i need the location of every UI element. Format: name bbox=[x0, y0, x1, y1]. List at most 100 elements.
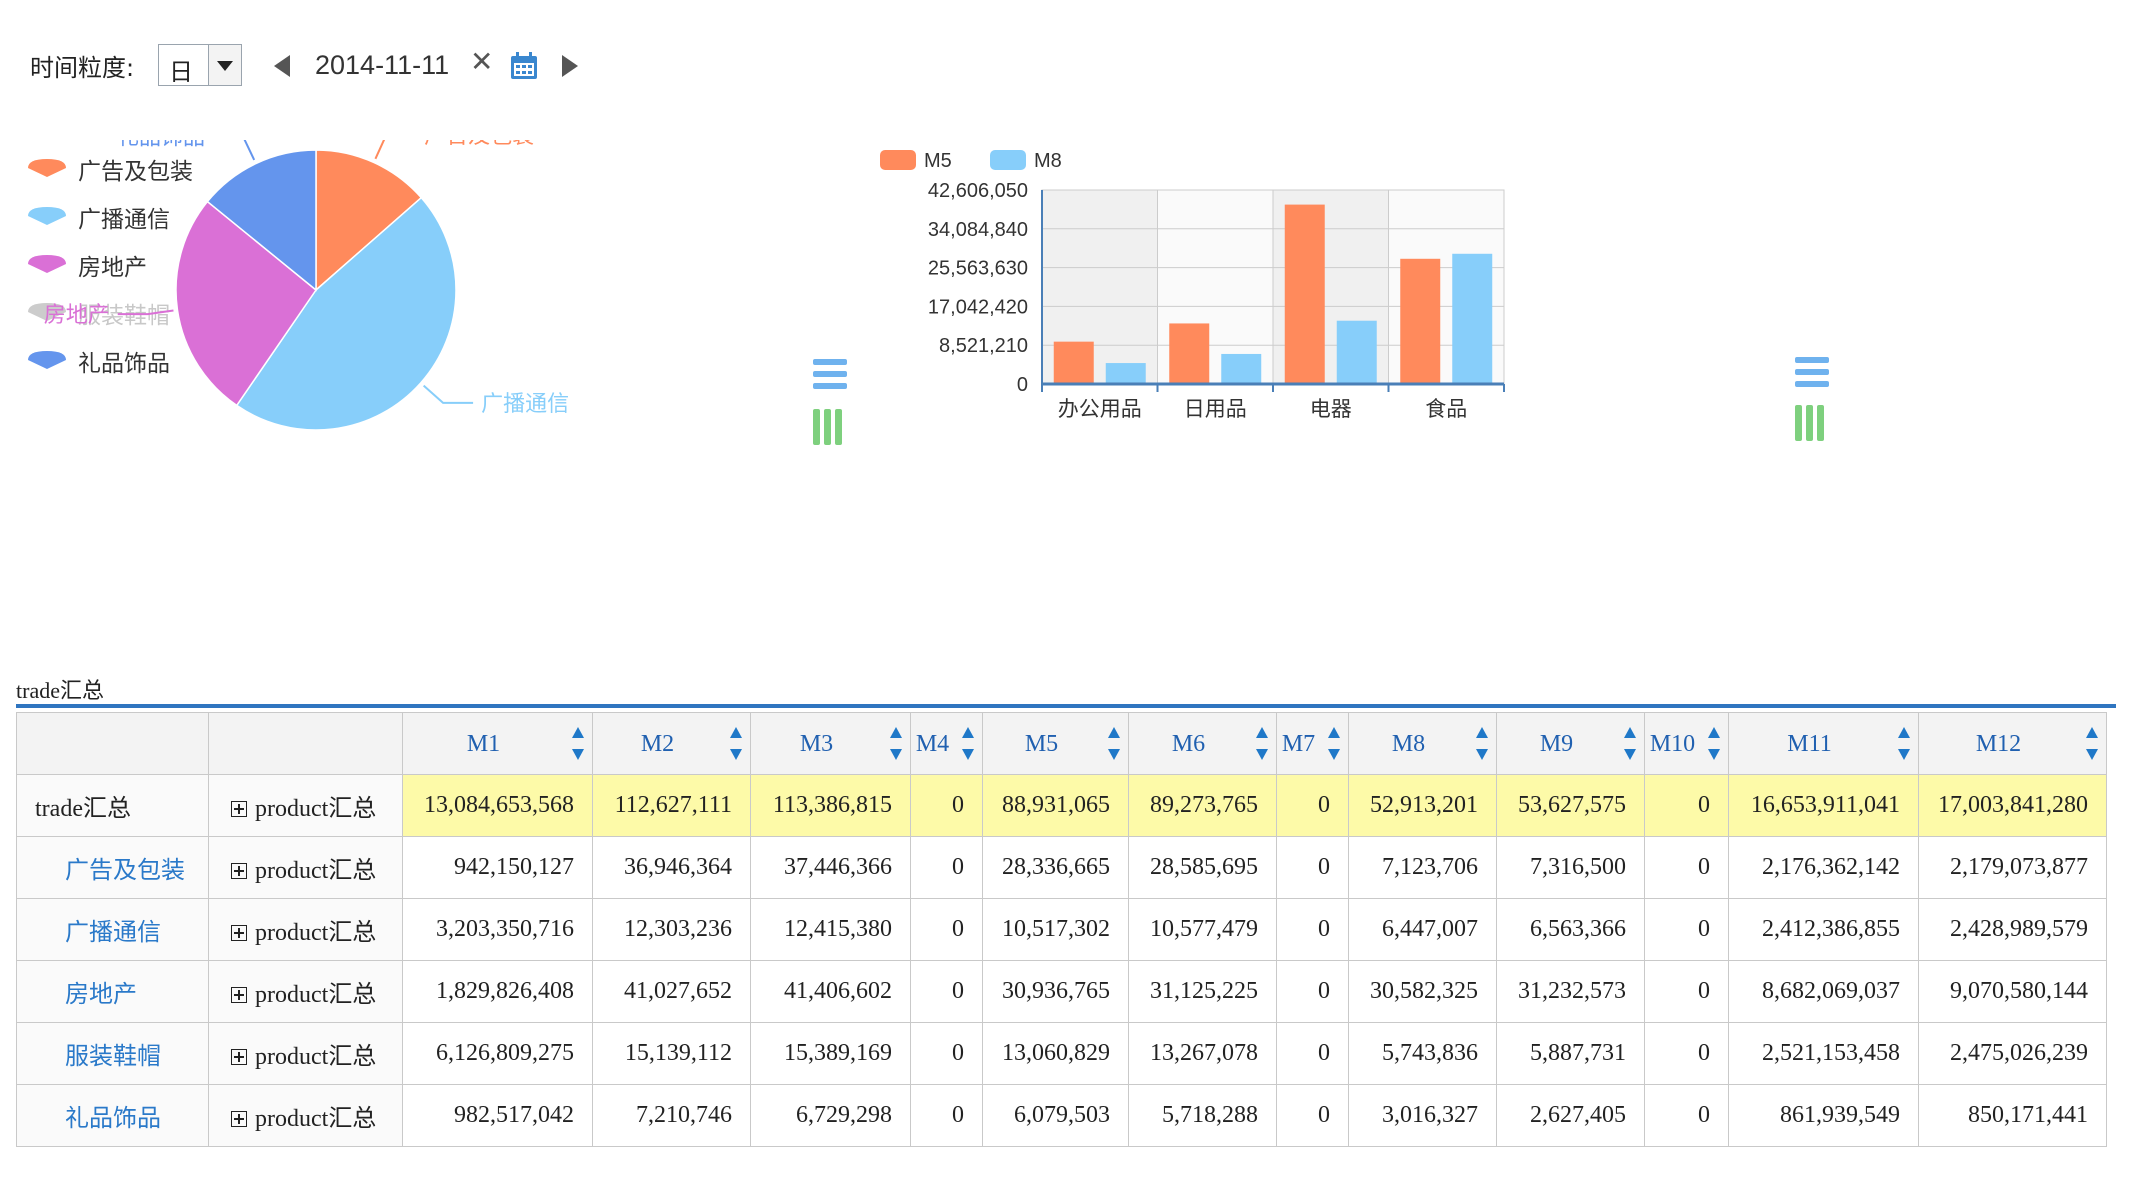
date-value[interactable]: 2014-11-11 bbox=[315, 50, 449, 81]
sort-icon[interactable] bbox=[1476, 727, 1488, 763]
dimension-cell[interactable]: product汇总 bbox=[208, 1022, 403, 1085]
expand-icon[interactable] bbox=[231, 925, 247, 941]
dimension-label: product汇总 bbox=[255, 858, 377, 884]
bar[interactable] bbox=[1400, 258, 1441, 384]
table-cell: 36,946,364 bbox=[592, 836, 751, 899]
next-arrow-icon[interactable] bbox=[562, 55, 578, 77]
sort-icon[interactable] bbox=[1108, 727, 1120, 763]
dimension-cell[interactable]: product汇总 bbox=[208, 836, 403, 899]
table-cell: 0 bbox=[1276, 836, 1349, 899]
sort-icon[interactable] bbox=[730, 727, 742, 763]
table-cell: 113,386,815 bbox=[750, 774, 911, 837]
bar[interactable] bbox=[1105, 363, 1146, 384]
bar-legend-label[interactable]: M8 bbox=[1034, 150, 1062, 172]
table-cell: 982,517,042 bbox=[402, 1084, 593, 1147]
column-header[interactable]: M7 bbox=[1276, 712, 1349, 775]
bar[interactable] bbox=[1336, 320, 1377, 384]
table-cell: 7,316,500 bbox=[1496, 836, 1645, 899]
sort-icon[interactable] bbox=[1898, 727, 1910, 763]
column-header[interactable]: M2 bbox=[592, 712, 751, 775]
table-cell: 0 bbox=[1644, 898, 1729, 961]
sort-icon[interactable] bbox=[1708, 727, 1720, 763]
column-header[interactable]: M6 bbox=[1128, 712, 1277, 775]
table-cell: 28,585,695 bbox=[1128, 836, 1277, 899]
expand-icon[interactable] bbox=[231, 801, 247, 817]
dimension-cell[interactable]: product汇总 bbox=[208, 960, 403, 1023]
bar[interactable] bbox=[1284, 204, 1325, 384]
bar[interactable] bbox=[1221, 353, 1262, 384]
table-cell: 0 bbox=[1644, 1084, 1729, 1147]
sort-icon[interactable] bbox=[890, 727, 902, 763]
clear-icon[interactable]: ✕ bbox=[470, 48, 493, 76]
bar-chart: M5 M8 0 8,521,210 17,042,420 25,563,630 34,084… bbox=[880, 150, 1505, 421]
sort-icon[interactable] bbox=[1328, 727, 1340, 763]
column-header[interactable]: M11 bbox=[1728, 712, 1919, 775]
expand-icon[interactable] bbox=[231, 1049, 247, 1065]
bar[interactable] bbox=[1169, 323, 1210, 384]
y-tick-label: 42,606,050 bbox=[928, 180, 1028, 202]
data-view-icon[interactable] bbox=[812, 356, 848, 392]
row-label-link[interactable]: 礼品饰品 bbox=[16, 1084, 209, 1147]
row-label-link[interactable]: 服装鞋帽 bbox=[16, 1022, 209, 1085]
table-cell: 0 bbox=[1276, 960, 1349, 1023]
bar[interactable] bbox=[1452, 253, 1493, 384]
column-header[interactable]: M4 bbox=[910, 712, 983, 775]
table-cell: 2,428,989,579 bbox=[1918, 898, 2107, 961]
dimension-cell[interactable]: product汇总 bbox=[208, 898, 403, 961]
corner-cell bbox=[16, 712, 209, 775]
sort-icon[interactable] bbox=[1256, 727, 1268, 763]
column-header[interactable]: M10 bbox=[1644, 712, 1729, 775]
bar-legend-swatch[interactable] bbox=[990, 150, 1026, 170]
dimension-cell[interactable]: product汇总 bbox=[208, 774, 403, 837]
table-cell: 5,743,836 bbox=[1348, 1022, 1497, 1085]
restore-icon[interactable] bbox=[812, 408, 844, 446]
table-cell: 17,003,841,280 bbox=[1918, 774, 2107, 837]
table-cell: 7,123,706 bbox=[1348, 836, 1497, 899]
table-cell: 2,412,386,855 bbox=[1728, 898, 1919, 961]
pie-label-line bbox=[374, 140, 386, 160]
table-cell: 0 bbox=[1644, 960, 1729, 1023]
expand-icon[interactable] bbox=[231, 863, 247, 879]
table-cell: 3,203,350,716 bbox=[402, 898, 593, 961]
row-label-link[interactable]: 广播通信 bbox=[16, 898, 209, 961]
table-cell: 53,627,575 bbox=[1496, 774, 1645, 837]
data-view-icon[interactable] bbox=[1794, 354, 1830, 390]
column-header[interactable]: M8 bbox=[1348, 712, 1497, 775]
table-cell: 0 bbox=[1644, 836, 1729, 899]
table-cell: 942,150,127 bbox=[402, 836, 593, 899]
column-header[interactable]: M9 bbox=[1496, 712, 1645, 775]
table-cell: 0 bbox=[1644, 774, 1729, 837]
sort-icon[interactable] bbox=[1624, 727, 1636, 763]
y-tick-label: 34,084,840 bbox=[928, 219, 1028, 241]
table-cell: 5,718,288 bbox=[1128, 1084, 1277, 1147]
table-cell: 41,406,602 bbox=[750, 960, 911, 1023]
restore-icon[interactable] bbox=[1794, 404, 1826, 442]
granularity-select[interactable]: 日 bbox=[158, 44, 242, 86]
y-tick-label: 17,042,420 bbox=[928, 296, 1028, 318]
table-cell: 13,084,653,568 bbox=[402, 774, 593, 837]
section-divider bbox=[16, 704, 2116, 708]
dimension-cell[interactable]: product汇总 bbox=[208, 1084, 403, 1147]
dimension-label: product汇总 bbox=[255, 920, 377, 946]
table-cell: 861,939,549 bbox=[1728, 1084, 1919, 1147]
prev-arrow-icon[interactable] bbox=[274, 55, 290, 77]
table-cell: 1,829,826,408 bbox=[402, 960, 593, 1023]
expand-icon[interactable] bbox=[231, 987, 247, 1003]
table-cell: 0 bbox=[910, 774, 983, 837]
sort-icon[interactable] bbox=[962, 727, 974, 763]
column-header[interactable]: M5 bbox=[982, 712, 1129, 775]
row-label-link[interactable]: 房地产 bbox=[16, 960, 209, 1023]
sort-icon[interactable] bbox=[2086, 727, 2098, 763]
bar[interactable] bbox=[1053, 341, 1094, 384]
bar-legend-label[interactable]: M5 bbox=[924, 150, 952, 172]
calendar-icon[interactable] bbox=[510, 52, 538, 80]
column-header[interactable]: M3 bbox=[750, 712, 911, 775]
sort-icon[interactable] bbox=[572, 727, 584, 763]
chevron-down-icon[interactable] bbox=[208, 45, 241, 85]
pie-chart: 广告及包装广播通信 房地产 礼品饰品 bbox=[44, 140, 569, 431]
expand-icon[interactable] bbox=[231, 1111, 247, 1127]
column-header[interactable]: M12 bbox=[1918, 712, 2107, 775]
row-label-link[interactable]: 广告及包装 bbox=[16, 836, 209, 899]
bar-legend-swatch[interactable] bbox=[880, 150, 916, 170]
column-header[interactable]: M1 bbox=[402, 712, 593, 775]
